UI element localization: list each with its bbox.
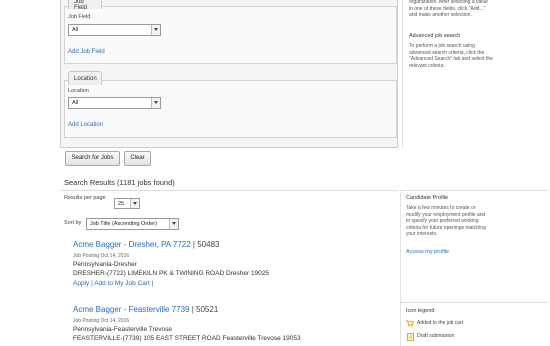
sort-by-select[interactable]: Job Title (Ascending Order)	[86, 218, 179, 230]
candidate-profile-text: Take a few minutes to create or modify y…	[406, 205, 486, 237]
location-label: Location	[68, 88, 89, 94]
icon-legend-heading: Icon legend	[406, 308, 435, 314]
results-per-page-value: 25	[118, 201, 125, 207]
legend-label-draft: Draft submission	[417, 333, 455, 339]
location-select[interactable]: All	[68, 97, 161, 109]
candidate-profile-heading: Candidate Profile	[406, 195, 449, 201]
add-location-link[interactable]: Add Location	[68, 122, 103, 128]
legend-label-cart: Added to the job cart	[417, 320, 464, 326]
chevron-down-icon	[130, 199, 139, 208]
access-my-profile-link[interactable]: Access my profile	[406, 249, 449, 255]
add-job-field-link[interactable]: Add Job Field	[68, 49, 105, 55]
job-address: FEASTERVILLE-(7739) 105 EAST STREET ROAD…	[73, 335, 301, 342]
job-field-label: Job Field	[68, 14, 91, 20]
job-number: 50521	[196, 305, 219, 314]
form-button-divider	[60, 147, 398, 148]
chevron-down-icon	[169, 219, 178, 229]
job-region: Pennsylvania-Dresher	[73, 261, 137, 268]
location-legend: Location	[74, 76, 97, 82]
chevron-down-icon	[151, 25, 160, 35]
add-to-job-cart-link[interactable]: Add to My Job Cart	[94, 280, 150, 287]
draft-icon	[407, 333, 414, 341]
sort-by-value: Job Title (Ascending Order)	[90, 221, 157, 227]
right-help-column	[402, 0, 548, 148]
job-actions: Apply | Add to My Job Cart |	[73, 280, 153, 287]
job-number: 50483	[197, 240, 220, 249]
results-per-page-select[interactable]: 25	[114, 198, 140, 209]
job-field-select-value: All	[72, 27, 79, 33]
cart-icon	[406, 320, 414, 327]
job-field-legend: Job Field	[74, 0, 88, 11]
job-posting-date: Job Posting Oct 14, 2016	[73, 253, 130, 259]
job-posting-date: Job Posting Oct 14, 2016	[73, 318, 130, 324]
location-fieldset	[64, 80, 397, 138]
job-field-legend-tab: Job Field	[68, 0, 102, 11]
job-address: DRESHER-(7722) LIMEKILN PK & TWINING ROA…	[73, 270, 270, 277]
chevron-down-icon	[151, 98, 160, 108]
action-separator-end: |	[149, 280, 154, 287]
job-field-select[interactable]: All	[68, 24, 161, 36]
advanced-search-text: To perform a job search using advanced s…	[409, 43, 493, 69]
sort-by-label: Sort by	[64, 220, 82, 226]
clear-button[interactable]: Clear	[124, 151, 151, 166]
apply-link[interactable]: Apply	[73, 280, 89, 287]
job-region: Pennsylvania-Feasterville Trevose	[73, 326, 172, 333]
sidebar-top-divider	[400, 190, 548, 191]
results-heading: Search Results (1181 jobs found)	[64, 178, 175, 187]
job-title-link[interactable]: Acme Bagger - Dresher, PA 7722 | 50483	[73, 240, 219, 249]
sidebar-divider	[400, 302, 548, 303]
help-top-text: organization. After selecting a value in…	[409, 0, 488, 18]
job-title[interactable]: Acme Bagger - Feasterville 7739	[73, 305, 190, 314]
job-title-link[interactable]: Acme Bagger - Feasterville 7739 | 50521	[73, 305, 218, 314]
results-divider	[60, 190, 398, 191]
advanced-search-heading: Advanced job search	[409, 33, 461, 39]
location-select-value: All	[72, 100, 79, 106]
results-per-page-label: Results per page	[64, 195, 106, 201]
job-title[interactable]: Acme Bagger - Dresher, PA 7722	[73, 240, 191, 249]
location-legend-tab: Location	[68, 71, 102, 85]
search-for-jobs-button[interactable]: Search for Jobs	[65, 151, 120, 166]
